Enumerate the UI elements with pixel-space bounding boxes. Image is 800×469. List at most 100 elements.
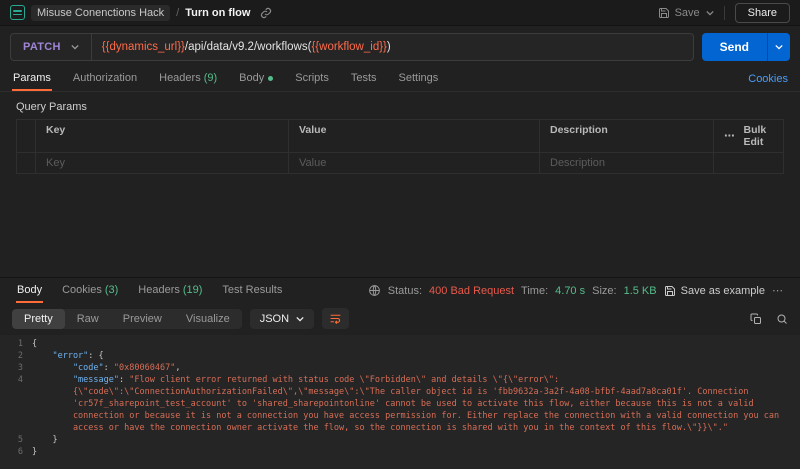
code-line: 3"code": "0x80060467", <box>0 362 800 374</box>
token-str: "0x80060467" <box>114 363 175 373</box>
format-select[interactable]: JSON <box>250 309 314 329</box>
view-tab-pretty[interactable]: Pretty <box>12 309 65 329</box>
code-line: 6} <box>0 446 800 458</box>
response-body-viewer[interactable]: 1{2"error": {3"code": "0x80060467",4"mes… <box>0 335 800 469</box>
status-value: 400 Bad Request <box>429 285 514 297</box>
code-line: 1{ <box>0 338 800 350</box>
tab-params[interactable]: Params <box>12 67 52 91</box>
breadcrumb-request: Turn on flow <box>185 7 250 19</box>
description-input[interactable]: Description <box>539 153 713 173</box>
url-input[interactable]: {{dynamics_url}}/api/data/v9.2/workflows… <box>92 34 401 60</box>
line-content: { <box>32 338 800 350</box>
column-header-key: Key <box>35 120 288 152</box>
save-icon <box>664 285 676 297</box>
view-tab-visualize[interactable]: Visualize <box>174 309 242 329</box>
time-value: 4.70 s <box>555 285 585 297</box>
tab-count: (3) <box>105 284 118 296</box>
token-str: "Flow client error returned with status … <box>73 375 784 433</box>
copy-icon[interactable] <box>750 313 762 325</box>
token-punct: { <box>32 339 37 349</box>
bulk-edit-button[interactable]: Bulk Edit <box>744 124 774 148</box>
code-line: 5} <box>0 434 800 446</box>
value-input[interactable]: Value <box>288 153 539 173</box>
response-more-actions[interactable]: ⋯ <box>772 284 784 297</box>
send-label[interactable]: Send <box>702 33 767 61</box>
params-empty-row: Key Value Description <box>17 153 783 173</box>
tab-count: (9) <box>204 72 217 84</box>
wrap-text-icon[interactable] <box>322 308 349 329</box>
response-tab-headers[interactable]: Headers(19) <box>137 279 203 303</box>
tab-label: Authorization <box>73 72 137 84</box>
token-punct: , <box>175 363 180 373</box>
breadcrumb-collection[interactable]: Misuse Conenctions Hack <box>31 5 170 21</box>
url-path-segment: /api/data/v9.2/workflows( <box>185 41 312 53</box>
breadcrumb-separator: / <box>176 7 179 19</box>
search-icon[interactable] <box>776 313 788 325</box>
cookies-link[interactable]: Cookies <box>748 73 788 85</box>
tab-settings[interactable]: Settings <box>398 67 440 91</box>
view-mode-segmented-control: PrettyRawPreviewVisualize <box>12 309 242 329</box>
tab-authorization[interactable]: Authorization <box>72 67 138 91</box>
view-tab-raw[interactable]: Raw <box>65 309 111 329</box>
line-content: "error": { <box>32 350 800 362</box>
save-as-example-label: Save as example <box>681 285 765 297</box>
more-options-icon[interactable]: ⋯ <box>724 130 736 142</box>
row-actions <box>713 153 783 173</box>
tab-body[interactable]: Body <box>238 67 274 91</box>
save-button[interactable]: Save <box>658 7 700 19</box>
row-handle-column <box>17 120 37 152</box>
send-options-chevron[interactable] <box>767 33 790 61</box>
save-label: Save <box>675 7 700 19</box>
tab-label: Body <box>17 284 42 296</box>
column-header-description: Description <box>539 120 713 152</box>
divider <box>724 6 725 20</box>
app-header: Misuse Conenctions Hack / Turn on flow S… <box>0 0 800 26</box>
response-tab-cookies[interactable]: Cookies(3) <box>61 279 119 303</box>
tab-label: Headers <box>159 72 201 84</box>
token-punct: } <box>32 447 37 457</box>
params-header-row: Key Value Description ⋯ Bulk Edit <box>17 120 783 153</box>
request-tabs: Params Authorization Headers(9) Body Scripts… <box>0 67 800 92</box>
row-handle <box>17 153 37 173</box>
response-tab-body[interactable]: Body <box>16 279 43 303</box>
tab-scripts[interactable]: Scripts <box>294 67 330 91</box>
line-number: 3 <box>0 362 32 374</box>
tab-label: Headers <box>138 284 180 296</box>
body-content-dot <box>268 76 273 81</box>
token-punct: } <box>52 435 57 445</box>
share-button[interactable]: Share <box>735 3 790 23</box>
status-label: Status: <box>388 285 422 297</box>
token-punct: : <box>119 375 129 385</box>
line-content: "code": "0x80060467", <box>32 362 800 374</box>
save-as-example-button[interactable]: Save as example <box>664 285 765 297</box>
tab-label: Body <box>239 72 264 84</box>
line-number: 4 <box>0 374 32 434</box>
key-input[interactable]: Key <box>35 153 288 173</box>
view-tab-preview[interactable]: Preview <box>111 309 174 329</box>
network-icon[interactable] <box>368 284 381 297</box>
method-select[interactable]: PATCH <box>11 34 92 60</box>
format-select-value: JSON <box>260 313 289 325</box>
save-options-chevron[interactable] <box>706 9 714 17</box>
token-key: "error" <box>52 351 88 361</box>
token-punct: : <box>104 363 114 373</box>
response-tab-test-results[interactable]: Test Results <box>221 279 283 303</box>
tab-label: Test Results <box>222 284 282 296</box>
tab-headers[interactable]: Headers(9) <box>158 67 218 91</box>
link-icon[interactable] <box>260 7 272 19</box>
response-tabs: Body Cookies(3) Headers(19) Test Results St… <box>0 278 800 303</box>
time-label: Time: <box>521 285 548 297</box>
save-icon <box>658 7 670 19</box>
column-header-value: Value <box>288 120 539 152</box>
tab-tests[interactable]: Tests <box>350 67 378 91</box>
query-params-title: Query Params <box>16 101 784 113</box>
tab-label: Settings <box>399 72 439 84</box>
tab-label: Scripts <box>295 72 329 84</box>
send-button[interactable]: Send <box>702 33 790 61</box>
line-content: } <box>32 446 800 458</box>
code-line: 4"message": "Flow client error returned … <box>0 374 800 434</box>
line-content: "message": "Flow client error returned w… <box>32 374 800 434</box>
tab-label: Params <box>13 72 51 84</box>
line-number: 6 <box>0 446 32 458</box>
request-pane-empty-area <box>0 174 800 277</box>
